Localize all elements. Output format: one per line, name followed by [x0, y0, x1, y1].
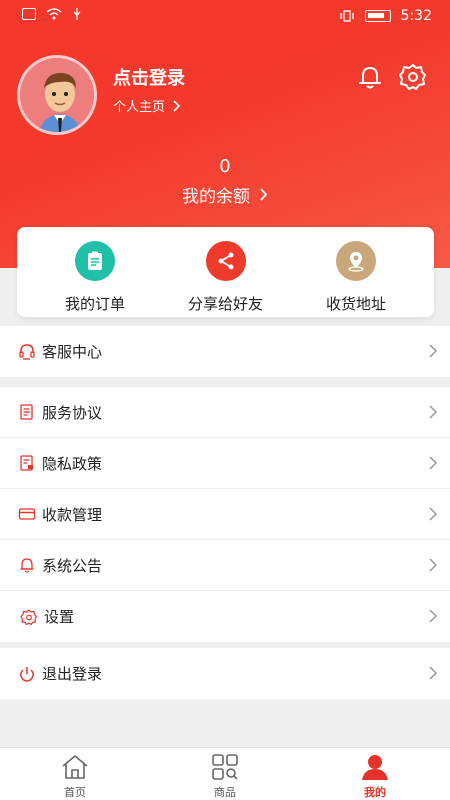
menu-label: 系统公告	[42, 556, 103, 575]
quick-actions-card: 我的订单 分享给好友 收货地址	[17, 227, 434, 317]
share-icon	[205, 241, 246, 281]
homepage-link-label: 个人主页	[113, 100, 166, 115]
power-icon	[20, 666, 34, 682]
chevron-right-icon	[429, 456, 438, 470]
menu-item-settings[interactable]: 设置	[0, 591, 450, 642]
balance-value: 0	[219, 156, 231, 177]
notification-icon	[22, 8, 36, 20]
chevron-right-icon	[429, 558, 438, 572]
tab-label: 商品	[214, 786, 236, 799]
menu-label: 隐私政策	[42, 454, 103, 473]
share-label: 分享给好友	[187, 295, 263, 313]
vibrate-icon	[339, 10, 354, 22]
menu-item-service-agreement[interactable]: 服务协议	[0, 387, 450, 438]
avatar[interactable]	[17, 55, 97, 135]
home-icon	[62, 755, 88, 779]
balance-label: 我的余额	[182, 187, 250, 207]
bottom-tab-bar: 首页 商品 我的	[0, 747, 450, 800]
user-icon	[362, 755, 388, 780]
tab-home[interactable]: 首页	[0, 748, 150, 800]
battery-icon	[364, 10, 391, 22]
menu-item-privacy-policy[interactable]: 隐私政策	[0, 438, 450, 489]
document-icon	[20, 404, 33, 420]
menu-label: 设置	[44, 608, 75, 626]
menu-group-logout: 退出登录	[0, 648, 450, 699]
menu-group-main: 服务协议 隐私政策 收款管理 系统公告 设置	[0, 387, 450, 642]
chevron-right-icon	[260, 188, 268, 201]
my-orders-button[interactable]: 我的订单	[35, 227, 155, 317]
status-bar: 5:32	[0, 0, 450, 32]
address-button[interactable]: 收货地址	[296, 227, 416, 317]
login-title[interactable]: 点击登录	[113, 64, 185, 90]
chevron-right-icon	[173, 99, 181, 112]
menu-label: 服务协议	[42, 403, 103, 422]
gear-icon	[20, 608, 38, 625]
chevron-right-icon	[429, 666, 438, 680]
card-icon	[18, 508, 36, 520]
address-label: 收货地址	[325, 295, 386, 313]
location-icon	[336, 241, 376, 281]
menu-item-payment-management[interactable]: 收款管理	[0, 489, 450, 540]
menu-item-service-center[interactable]: 客服中心	[0, 326, 450, 377]
balance-link[interactable]: 我的余额	[0, 182, 450, 207]
bell-icon[interactable]	[355, 62, 385, 92]
tab-mine[interactable]: 我的	[300, 748, 450, 800]
status-time: 5:32	[400, 8, 432, 24]
menu-label: 收款管理	[42, 505, 103, 524]
avatar-illustration-icon	[20, 58, 94, 132]
menu-item-system-notice[interactable]: 系统公告	[0, 540, 450, 591]
menu-item-logout[interactable]: 退出登录	[0, 648, 450, 699]
chevron-right-icon	[429, 344, 438, 358]
my-orders-label: 我的订单	[64, 295, 125, 313]
tab-label: 首页	[64, 786, 86, 799]
usb-icon	[73, 8, 81, 20]
chevron-right-icon	[429, 609, 438, 623]
bell-icon	[20, 558, 34, 573]
chevron-right-icon	[429, 405, 438, 419]
privacy-document-icon	[20, 455, 33, 471]
chevron-right-icon	[429, 507, 438, 521]
tab-products[interactable]: 商品	[150, 748, 300, 800]
menu-group-service: 客服中心	[0, 326, 450, 377]
menu-label: 客服中心	[42, 343, 103, 361]
homepage-link[interactable]: 个人主页	[113, 96, 181, 115]
order-icon	[75, 241, 115, 281]
products-icon	[212, 754, 238, 780]
tab-label: 我的	[364, 786, 386, 799]
wifi-icon	[46, 8, 62, 20]
gear-icon[interactable]	[398, 62, 428, 92]
menu-label: 退出登录	[42, 665, 103, 683]
headset-icon	[19, 343, 35, 360]
share-button[interactable]: 分享给好友	[166, 227, 286, 317]
